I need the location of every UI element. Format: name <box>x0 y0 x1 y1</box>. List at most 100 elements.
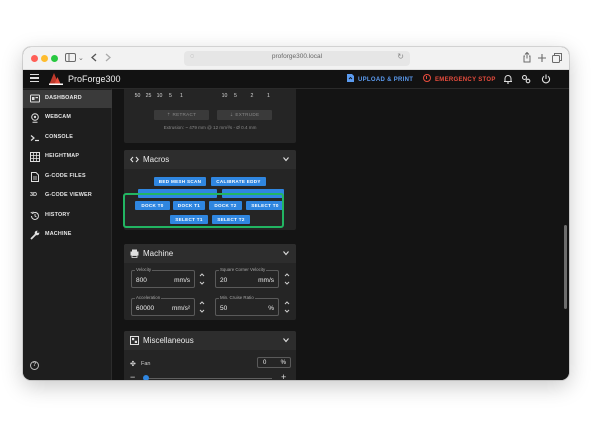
browser-window: ⌄ ◌ proforge300.local ↻ ProForge300 UPLO… <box>23 47 569 380</box>
emergency-stop-label: EMERGENCY STOP <box>435 77 496 83</box>
extrude-label: EXTRUDE <box>235 112 260 117</box>
power-icon[interactable] <box>541 74 551 84</box>
velocity-label: Velocity <box>135 267 153 272</box>
sidebar-item-console[interactable]: CONSOLE <box>23 129 112 147</box>
url-text: proforge300.local <box>271 53 323 60</box>
screen: ⌄ ◌ proforge300.local ↻ ProForge300 UPLO… <box>0 0 592 444</box>
console-icon <box>30 135 39 142</box>
distance-option[interactable]: 5 <box>165 93 176 99</box>
velocity-value: 800 <box>136 277 147 284</box>
logo-icon <box>49 73 63 85</box>
macro-calibrate-eddy-button[interactable]: CALIBRATE EDDY <box>211 177 266 186</box>
sidebar-item-label: DASHBOARD <box>45 95 82 101</box>
velocity-stepper-icon[interactable] <box>199 271 205 287</box>
sidebar-item-label: HISTORY <box>45 212 71 218</box>
distance-option[interactable]: 1 <box>176 93 187 99</box>
cruise-value: 50 <box>220 305 228 312</box>
scrollbar[interactable] <box>564 225 567 309</box>
alert-circle-icon <box>423 74 431 82</box>
printer-icon <box>130 249 139 258</box>
sidebar-item-heightmap[interactable]: HEIGHTMAP <box>23 148 112 166</box>
grid-icon <box>30 152 40 162</box>
fan-value: 0 <box>263 360 267 366</box>
distance-option[interactable]: 50 <box>132 93 143 99</box>
distance-option[interactable]: 10 <box>219 93 230 99</box>
extrusion-info: Extrusion: ~ 479 mm @ 12 mm³/s - Ø 0.4 m… <box>163 125 257 130</box>
sidebar-toggle-icon[interactable] <box>65 53 76 62</box>
machine-header[interactable]: Machine <box>124 244 296 263</box>
tab-overview-icon[interactable] <box>552 53 562 63</box>
retract-label: RETRACT <box>172 112 197 117</box>
upload-print-label: UPLOAD & PRINT <box>358 77 414 83</box>
reload-icon[interactable]: ↻ <box>397 52 404 61</box>
zoom-window-button[interactable] <box>51 55 58 62</box>
fan-slider-track[interactable] <box>144 378 272 380</box>
min-cruise-ratio-field[interactable]: Min. Cruise Ratio 50 % <box>215 295 279 316</box>
sidebar-item-dashboard[interactable]: DASHBOARD <box>23 90 112 108</box>
miscellaneous-header[interactable]: Miscellaneous <box>124 331 296 350</box>
chevron-down-icon[interactable] <box>283 156 289 162</box>
distance-option[interactable]: 10 <box>154 93 165 99</box>
fan-decrease-button[interactable]: − <box>130 373 135 381</box>
macro-bed-mesh-scan-button[interactable]: BED MESH SCAN <box>154 177 206 186</box>
scv-unit: mm/s <box>258 277 274 284</box>
close-window-button[interactable] <box>31 55 38 62</box>
sidebar-item-label: G-CODE FILES <box>45 173 86 179</box>
extrude-button[interactable]: ⇣ EXTRUDE <box>217 110 272 120</box>
chevron-down-icon[interactable] <box>283 337 289 343</box>
scv-value: 20 <box>220 277 228 284</box>
cruise-label: Min. Cruise Ratio <box>219 295 255 300</box>
help-icon[interactable]: ? <box>30 361 39 370</box>
gear-icon[interactable] <box>521 74 531 84</box>
distance-option[interactable]: 5 <box>230 93 241 99</box>
menu-icon[interactable] <box>30 74 39 83</box>
fan-increase-button[interactable]: + <box>281 373 286 381</box>
webcam-icon <box>31 113 39 123</box>
distance-option[interactable]: 2 <box>241 93 263 99</box>
code-icon <box>130 156 139 163</box>
sidebar-item-gcode-viewer[interactable]: 3D G-CODE VIEWER <box>23 187 112 205</box>
emergency-stop-button[interactable]: EMERGENCY STOP <box>423 74 496 83</box>
cruise-stepper-icon[interactable] <box>284 299 290 315</box>
sidebar: DASHBOARD WEBCAM CONSOLE HEIGHTMAP G-COD… <box>23 89 112 380</box>
chevron-down-icon[interactable]: ⌄ <box>78 52 84 64</box>
3d-icon: 3D <box>30 192 38 198</box>
highlight-box <box>123 193 284 228</box>
chevron-down-icon[interactable] <box>283 250 289 256</box>
fan-value-input[interactable]: 0 % <box>257 357 291 368</box>
fan-label: Fan <box>141 361 151 367</box>
bell-icon[interactable] <box>503 74 513 84</box>
fan-slider-thumb[interactable] <box>143 375 149 380</box>
acceleration-value: 60000 <box>136 305 155 312</box>
dashboard-icon <box>30 94 40 103</box>
share-icon[interactable] <box>523 52 531 63</box>
browser-toolbar: ⌄ ◌ proforge300.local ↻ <box>23 47 569 70</box>
miscellaneous-card: Miscellaneous ✤ Fan 0 % − + <box>124 331 296 380</box>
back-icon[interactable] <box>91 53 97 62</box>
square-corner-velocity-field[interactable]: Square Corner Velocity 20 mm/s <box>215 267 279 288</box>
sidebar-item-webcam[interactable]: WEBCAM <box>23 109 112 127</box>
sidebar-item-gcode-files[interactable]: G-CODE FILES <box>23 168 112 186</box>
distance-option[interactable]: 1 <box>263 93 274 99</box>
minimize-window-button[interactable] <box>41 55 48 62</box>
sidebar-item-machine[interactable]: MACHINE <box>23 226 112 244</box>
sidebar-item-label: CONSOLE <box>45 134 74 140</box>
acceleration-stepper-icon[interactable] <box>199 299 205 315</box>
upload-print-button[interactable]: UPLOAD & PRINT <box>347 74 413 83</box>
distance-option[interactable]: 25 <box>143 93 154 99</box>
fan-unit: % <box>280 360 286 366</box>
address-bar[interactable]: ◌ proforge300.local ↻ <box>184 51 410 66</box>
miscellaneous-title: Miscellaneous <box>143 336 194 345</box>
sidebar-item-history[interactable]: HISTORY <box>23 207 112 225</box>
acceleration-field[interactable]: Acceleration 60000 mm/s² <box>131 295 195 316</box>
retract-button[interactable]: ⇡ RETRACT <box>154 110 209 120</box>
velocity-field[interactable]: Velocity 800 mm/s <box>131 267 195 288</box>
sidebar-item-label: G-CODE VIEWER <box>45 192 92 198</box>
file-icon <box>31 172 39 182</box>
forward-icon[interactable] <box>105 53 111 62</box>
sidebar-item-label: MACHINE <box>45 231 72 237</box>
scv-stepper-icon[interactable] <box>284 271 290 287</box>
new-tab-icon[interactable] <box>538 54 546 62</box>
macros-header[interactable]: Macros <box>124 150 296 169</box>
fan-icon: ✤ <box>130 360 136 368</box>
